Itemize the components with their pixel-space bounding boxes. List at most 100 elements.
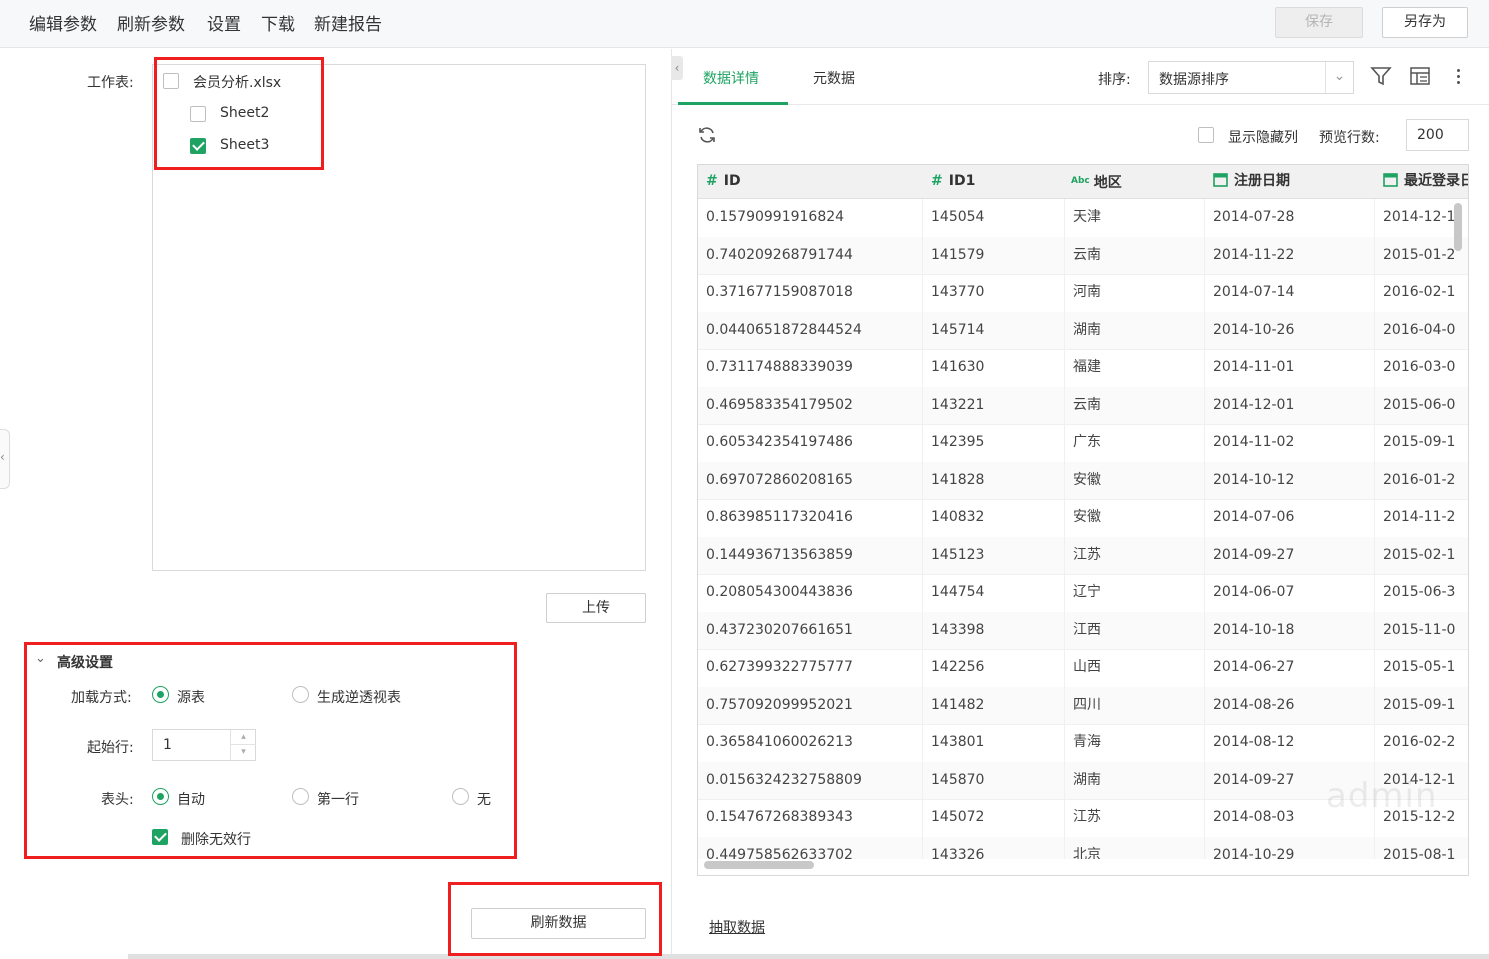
table-cell: 2014-11-22 [1205,236,1375,274]
table-cell: 2014-10-12 [1205,461,1375,499]
table-row[interactable]: 0.757092099952021 141482 四川 2014-08-26 2015-… [698,686,1468,725]
table-cell: 2014-07-06 [1205,499,1375,537]
table-cell: 0.0156324232758809 [698,761,923,799]
preview-rows-label: 预览行数: [1319,130,1380,146]
stepper-down-icon[interactable]: ▾ [231,745,256,760]
delete-invalid-label: 删除无效行 [181,832,251,848]
table-cell: 2014-09-27 [1205,536,1375,574]
horizontal-scrollbar[interactable] [704,861,814,869]
start-row-value: 1 [163,737,172,753]
menu-refresh-params[interactable]: 刷新参数 [117,10,185,35]
table-cell: 2014-07-28 [1205,199,1375,237]
sort-select[interactable]: 数据源排序 ⌄ [1148,61,1354,94]
table-row[interactable]: 0.627399322775777 142256 山西 2014-06-27 2015-… [698,649,1468,688]
table-row[interactable]: 0.605342354197486 142395 广东 2014-11-02 2015-… [698,424,1468,463]
sheet3-label: Sheet3 [220,137,270,153]
table-row[interactable]: 0.469583354179502 143221 云南 2014-12-01 2015-… [698,386,1468,425]
load-source-radio[interactable] [152,686,169,703]
table-cell: 湖南 [1065,761,1205,799]
table-cell: 0.208054300443836 [698,574,923,612]
sort-select-value: 数据源排序 [1159,72,1229,88]
table-cell: 安徽 [1065,499,1205,537]
table-row[interactable]: 0.365841060026213 143801 青海 2014-08-12 2016-… [698,724,1468,763]
chevron-down-icon[interactable]: ⌄ [35,651,46,666]
extract-data-link[interactable]: 抽取数据 [709,917,765,937]
vertical-scrollbar[interactable] [1454,203,1462,251]
show-hidden-checkbox[interactable] [1198,127,1214,143]
file-checkbox[interactable] [163,73,179,89]
table-cell: 湖南 [1065,311,1205,349]
sheet3-checkbox[interactable] [190,138,206,154]
table-row[interactable]: 0.449758562633702 143326 北京 2014-10-29 2015-… [698,836,1468,859]
chevron-down-icon: ⌄ [1325,62,1353,93]
table-cell: 143770 [923,274,1065,312]
sheet2-checkbox[interactable] [190,106,206,122]
column-header-id[interactable]: # ID [706,165,921,198]
sheet2-label: Sheet2 [220,105,270,121]
table-cell: 广东 [1065,424,1205,462]
table-row[interactable]: 0.697072860208165 141828 安徽 2014-10-12 2016-… [698,461,1468,500]
tab-data-detail[interactable]: 数据详情 [703,68,759,88]
stepper-controls: ▴ ▾ [230,730,256,760]
table-row[interactable]: 0.371677159087018 143770 河南 2014-07-14 2016-… [698,274,1468,313]
save-button[interactable]: 保存 [1275,7,1363,38]
refresh-data-button[interactable]: 刷新数据 [471,908,646,939]
start-row-stepper[interactable]: 1 ▴ ▾ [152,729,256,761]
stepper-up-icon[interactable]: ▴ [231,730,256,745]
upload-button[interactable]: 上传 [546,593,646,623]
table-cell: 0.605342354197486 [698,424,923,462]
table-cell: 143326 [923,836,1065,859]
table-cell: 145714 [923,311,1065,349]
table-cell: 青海 [1065,724,1205,762]
menu-download[interactable]: 下载 [261,10,295,35]
column-header-label: ID1 [948,173,976,189]
tab-metadata[interactable]: 元数据 [813,68,855,88]
header-first-row-radio[interactable] [292,788,309,805]
table-cell: 2015-09-1 [1375,687,1468,725]
column-header-last-login[interactable]: 最近登录日 [1383,165,1468,198]
delete-invalid-checkbox[interactable] [152,829,168,845]
column-header-region[interactable]: Abc 地区 [1071,165,1206,198]
table-cell: 0.154767268389343 [698,799,923,837]
header-none-radio[interactable] [452,788,469,805]
table-row[interactable]: 0.437230207661651 143398 江西 2014-10-18 2015-… [698,611,1468,650]
table-cell: 2015-06-0 [1375,387,1468,425]
left-collapse-handle[interactable]: ‹ [0,429,10,489]
table-cell: 0.863985117320416 [698,499,923,537]
table-row[interactable]: 0.144936713563859 145123 江苏 2014-09-27 2015-… [698,536,1468,575]
table-cell: 0.437230207661651 [698,611,923,649]
table-cell: 145870 [923,761,1065,799]
header-first-row-label: 第一行 [317,792,359,808]
table-row[interactable]: 0.740209268791744 141579 云南 2014-11-22 2015-… [698,236,1468,275]
table-cell: 0.15790991916824 [698,199,923,237]
header-label: 表头: [101,792,134,808]
table-cell: 0.469583354179502 [698,386,923,424]
menu-settings[interactable]: 设置 [207,10,241,35]
menu-edit-params[interactable]: 编辑参数 [29,10,97,35]
save-as-button[interactable]: 另存为 [1382,7,1468,38]
table-row[interactable]: 0.731174888339039 141630 福建 2014-11-01 2016-… [698,349,1468,388]
load-unpivot-radio[interactable] [292,686,309,703]
preview-rows-input[interactable]: 200 [1406,119,1469,151]
advanced-settings-title[interactable]: 高级设置 [57,652,113,672]
more-options-icon[interactable] [1455,64,1463,90]
filter-icon[interactable] [1370,65,1392,87]
table-cell: 145054 [923,199,1065,237]
file-name: 会员分析.xlsx [193,75,282,91]
table-cell: 河南 [1065,274,1205,312]
menu-new-report[interactable]: 新建报告 [314,10,382,35]
table-row[interactable]: 0.208054300443836 144754 辽宁 2014-06-07 2015-… [698,574,1468,613]
table-row[interactable]: 0.15790991916824 145054 天津 2014-07-28 2014-1… [698,199,1468,238]
column-settings-icon[interactable] [1409,65,1431,87]
page-horizontal-scrollbar[interactable] [128,954,1489,959]
table-row[interactable]: 0.863985117320416 140832 安徽 2014-07-06 2014-… [698,499,1468,538]
table-row[interactable]: 0.0440651872844524 145714 湖南 2014-10-26 2016… [698,311,1468,350]
header-auto-radio[interactable] [152,788,169,805]
column-header-register-date[interactable]: 注册日期 [1213,165,1373,198]
refresh-icon[interactable] [697,125,717,145]
table-cell: 145072 [923,799,1065,837]
column-header-id1[interactable]: # ID1 [931,165,1066,198]
active-tab-indicator [678,102,788,105]
table-cell: 0.0440651872844524 [698,311,923,349]
table-cell: 2014-10-18 [1205,611,1375,649]
